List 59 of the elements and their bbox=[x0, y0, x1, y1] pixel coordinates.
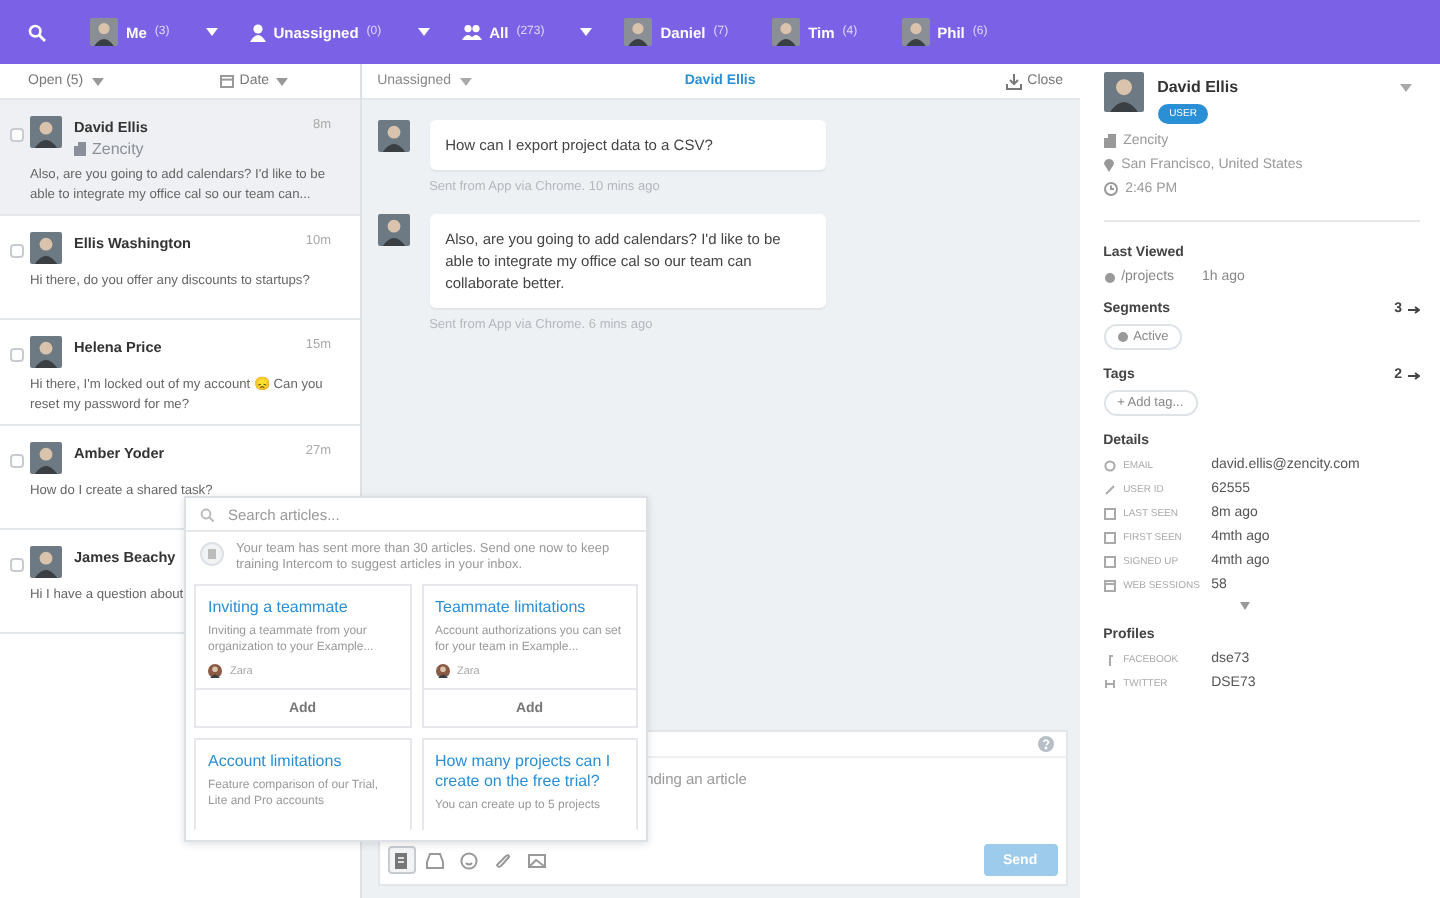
article-title[interactable]: How many projects can I create on the free trial? bbox=[435, 752, 624, 792]
screen-icon bbox=[1103, 579, 1116, 591]
avatar bbox=[1103, 72, 1144, 112]
article-title[interactable]: Teammate limitations bbox=[435, 598, 624, 618]
building-icon bbox=[1103, 134, 1116, 148]
people-icon bbox=[461, 24, 482, 40]
caret-icon[interactable] bbox=[417, 28, 430, 36]
avatar bbox=[30, 336, 62, 368]
caret-icon[interactable] bbox=[580, 28, 593, 36]
emoji-icon bbox=[460, 851, 479, 869]
twitter-icon bbox=[1103, 677, 1116, 689]
facebook-icon bbox=[1103, 653, 1116, 665]
search-icon[interactable] bbox=[28, 23, 46, 41]
eye-icon bbox=[1103, 271, 1116, 283]
arrow-icon bbox=[1408, 371, 1420, 379]
avatar bbox=[30, 116, 62, 148]
image-icon bbox=[528, 851, 547, 869]
inbox-icon bbox=[426, 851, 445, 869]
building-icon bbox=[74, 142, 86, 156]
help-icon[interactable] bbox=[1037, 736, 1054, 752]
caret-icon[interactable] bbox=[205, 28, 218, 36]
avatar bbox=[901, 18, 930, 46]
user-name: David Ellis bbox=[1157, 78, 1239, 96]
id-icon bbox=[1103, 483, 1116, 495]
article-title[interactable]: Account limitations bbox=[208, 752, 397, 772]
checkbox[interactable] bbox=[10, 348, 24, 362]
caret-icon[interactable] bbox=[1400, 84, 1412, 92]
avatar bbox=[772, 18, 801, 46]
article-icon bbox=[392, 851, 411, 869]
avatar bbox=[208, 664, 222, 678]
location-pin-icon bbox=[1103, 158, 1114, 172]
caret-icon bbox=[91, 77, 104, 85]
avatar bbox=[377, 120, 410, 152]
caret-icon bbox=[275, 77, 288, 85]
calendar-icon bbox=[219, 74, 234, 88]
arrow-icon bbox=[1408, 305, 1420, 313]
checkbox[interactable] bbox=[10, 244, 24, 258]
caret-icon bbox=[459, 77, 472, 85]
pie-icon bbox=[1117, 332, 1128, 342]
avatar bbox=[624, 18, 653, 46]
download-icon bbox=[1005, 73, 1022, 89]
expand-icon[interactable] bbox=[1239, 602, 1250, 610]
search-icon bbox=[200, 507, 214, 521]
person-icon bbox=[249, 23, 266, 41]
avatar bbox=[30, 232, 62, 264]
avatar bbox=[377, 214, 410, 246]
company-name: Zencity bbox=[92, 140, 144, 158]
avatar bbox=[30, 546, 62, 578]
avatar bbox=[90, 18, 118, 46]
checkbox[interactable] bbox=[10, 558, 24, 572]
article-icon bbox=[200, 542, 224, 566]
avatar bbox=[30, 442, 62, 474]
checkbox[interactable] bbox=[10, 128, 24, 142]
toolbar-button[interactable] bbox=[387, 846, 416, 874]
checkbox[interactable] bbox=[10, 454, 24, 468]
paperclip-icon bbox=[494, 851, 513, 869]
email-icon bbox=[1103, 459, 1116, 471]
avatar bbox=[435, 664, 449, 678]
clock-icon bbox=[1103, 182, 1118, 196]
